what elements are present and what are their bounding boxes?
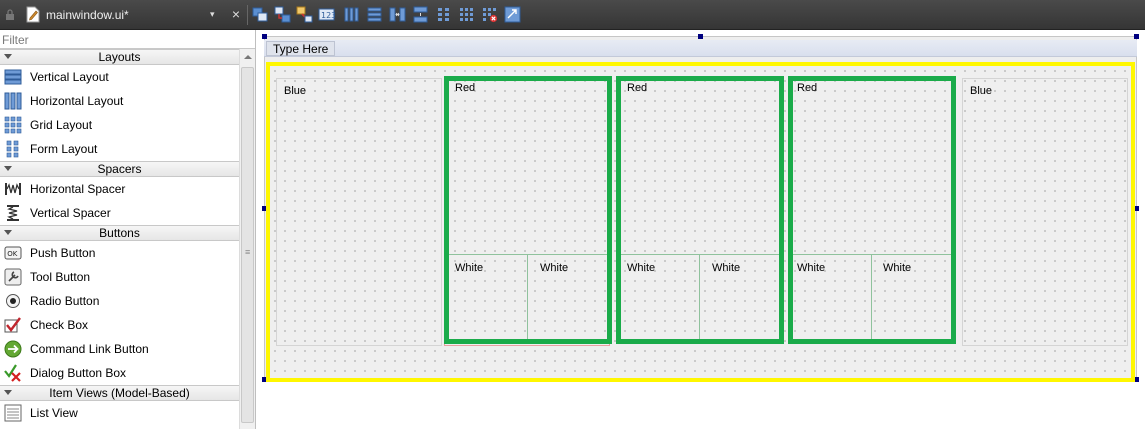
edit-widgets-icon[interactable] [252, 6, 269, 23]
widget-list: Layouts Vertical Layout Horizontal Layou… [0, 49, 239, 429]
white-panel-3b[interactable]: White [883, 262, 911, 274]
widget-check-box[interactable]: Check Box [0, 313, 239, 337]
widget-radio-button[interactable]: Radio Button [0, 289, 239, 313]
form-editor-canvas: Type Here Blue Red White White Red White… [256, 30, 1145, 429]
layout-form-icon[interactable] [435, 6, 452, 23]
list-view-icon [4, 404, 22, 422]
category-layouts[interactable]: Layouts [0, 49, 239, 65]
svg-text:OK: OK [7, 250, 18, 258]
layout-grid-icon[interactable] [458, 6, 475, 23]
widget-push-button[interactable]: OK Push Button [0, 241, 239, 265]
blue-panel-left[interactable]: Blue [276, 78, 442, 346]
panel-label: Blue [284, 85, 307, 97]
form-menubar[interactable]: Type Here [264, 40, 1137, 57]
toolbar-separator [247, 5, 248, 25]
edit-signals-slots-icon[interactable] [274, 6, 291, 23]
green-group-outline-1 [444, 76, 612, 344]
form-layout-icon [4, 140, 22, 158]
layout-vertical-splitter-icon[interactable] [412, 6, 429, 23]
layout-horizontal-icon[interactable] [343, 6, 360, 23]
split-line [621, 254, 779, 255]
central-widget-selected[interactable]: Blue Red White White Red White White Red… [266, 62, 1135, 382]
widget-vertical-layout[interactable]: Vertical Layout [0, 65, 239, 89]
split-line [871, 255, 872, 339]
collapse-caret-icon[interactable] [4, 166, 12, 171]
break-layout-icon[interactable] [481, 6, 498, 23]
category-item-views-model-based[interactable]: Item Views (Model-Based) [0, 385, 239, 401]
widget-box-scrollbar[interactable]: ≡ [239, 49, 255, 429]
dialog-button-box-icon [4, 364, 22, 382]
white-panel-2b[interactable]: White [712, 262, 740, 274]
adjust-size-icon[interactable] [504, 6, 521, 23]
panel-label: Red [455, 82, 476, 94]
widget-tool-button[interactable]: Tool Button [0, 265, 239, 289]
lock-icon [4, 9, 16, 21]
collapse-caret-icon[interactable] [4, 390, 12, 395]
resize-handle[interactable] [698, 34, 703, 39]
filter-input[interactable]: Filter [0, 30, 255, 49]
widget-list-view[interactable]: List View [0, 401, 239, 425]
widget-box-panel: Filter Layouts Vertical Layout Horizonta… [0, 30, 256, 429]
panel-label: Red [797, 82, 818, 94]
menu-type-here[interactable]: Type Here [266, 41, 336, 56]
horizontal-layout-icon [4, 92, 22, 110]
white-panel-2a[interactable]: White [627, 262, 655, 274]
file-dropdown-icon[interactable]: ▾ [210, 9, 215, 20]
layout-horizontal-splitter-icon[interactable] [389, 6, 406, 23]
white-panel-3a[interactable]: White [797, 262, 825, 274]
editor-toolbar: mainwindow.ui* ▾ × 123 [0, 0, 1145, 30]
widget-grid-layout[interactable]: Grid Layout [0, 113, 239, 137]
edit-tab-order-icon[interactable]: 123 [318, 6, 335, 23]
widget-horizontal-spacer[interactable]: Horizontal Spacer [0, 177, 239, 201]
category-spacers[interactable]: Spacers [0, 161, 239, 177]
scrollbar-thumb[interactable]: ≡ [241, 67, 254, 423]
split-line [527, 255, 528, 339]
white-panel-1b[interactable]: White [540, 262, 568, 274]
panel-label: Red [627, 82, 648, 94]
widget-dialog-button-box[interactable]: Dialog Button Box [0, 361, 239, 385]
resize-handle[interactable] [262, 34, 267, 39]
grid-layout-icon [4, 116, 22, 134]
widget-vertical-spacer[interactable]: Vertical Spacer [0, 201, 239, 225]
category-buttons[interactable]: Buttons [0, 225, 239, 241]
green-group-outline-3 [788, 76, 956, 344]
collapse-caret-icon[interactable] [4, 230, 12, 235]
resize-handle[interactable] [1134, 34, 1139, 39]
widget-form-layout[interactable]: Form Layout [0, 137, 239, 161]
radio-button-icon [4, 292, 22, 310]
blue-panel-right[interactable]: Blue [962, 78, 1128, 346]
vertical-layout-icon [4, 68, 22, 86]
green-group-outline-2 [616, 76, 784, 344]
white-panel-1a[interactable]: White [455, 262, 483, 274]
split-line [699, 255, 700, 339]
tool-button-icon [4, 268, 22, 286]
check-box-icon [4, 316, 22, 334]
panel-label: Blue [970, 85, 993, 97]
collapse-caret-icon[interactable] [4, 54, 12, 59]
scroll-grip-icon: ≡ [245, 247, 251, 257]
edit-buddies-icon[interactable] [296, 6, 313, 23]
split-line [449, 254, 607, 255]
document-icon [26, 6, 40, 23]
layout-vertical-icon[interactable] [366, 6, 383, 23]
command-link-button-icon [4, 340, 22, 358]
open-file-name[interactable]: mainwindow.ui* [46, 8, 129, 22]
vertical-spacer-icon [4, 204, 22, 222]
widget-horizontal-layout[interactable]: Horizontal Layout [0, 89, 239, 113]
widget-command-link-button[interactable]: Command Link Button [0, 337, 239, 361]
svg-text:123: 123 [321, 11, 335, 20]
scroll-up-arrow-icon[interactable] [244, 55, 252, 59]
horizontal-spacer-icon [4, 180, 22, 198]
split-line [793, 254, 951, 255]
close-icon[interactable]: × [229, 6, 243, 22]
push-button-icon: OK [4, 244, 22, 262]
